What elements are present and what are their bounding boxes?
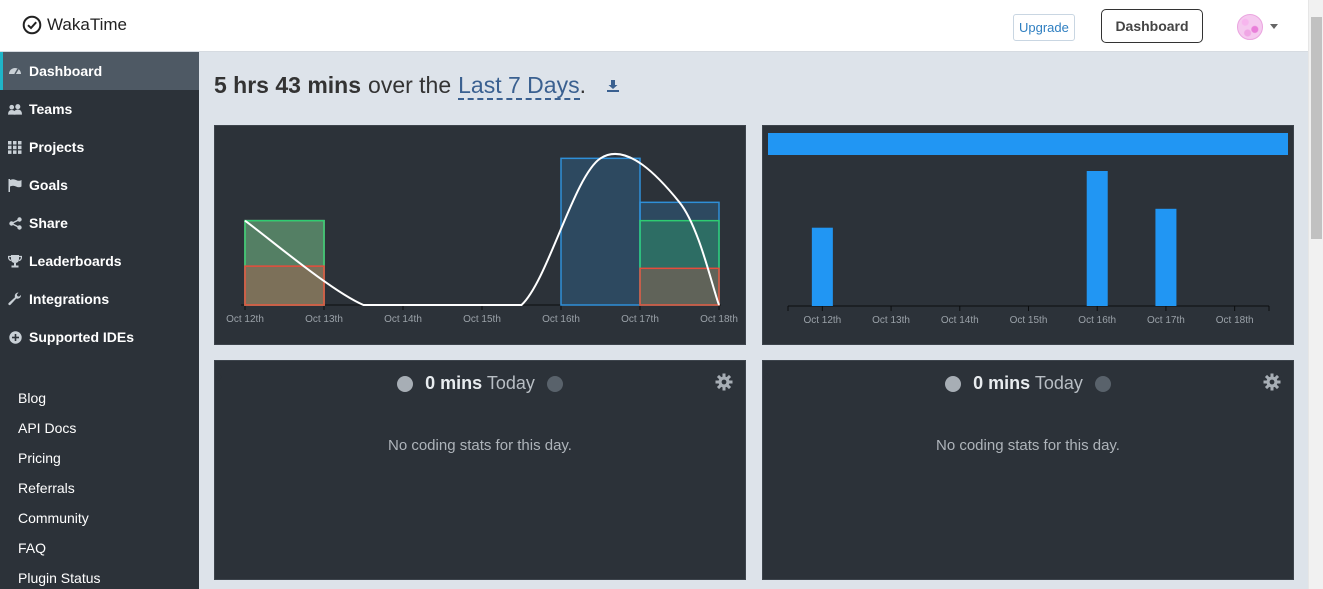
- chevron-down-icon[interactable]: [1270, 24, 1278, 29]
- today-label: Today: [1034, 373, 1083, 393]
- dashboard-icon: [8, 64, 22, 78]
- daily-stacked-chart: Oct 12th Oct 13th Oct 14th Oct 15th Oct 16th…: [226, 152, 738, 325]
- x-tick-label: Oct 17th: [1147, 315, 1185, 326]
- today-panel-left: 0 mins Today No coding stats for this da…: [214, 360, 746, 580]
- x-tick-label: Oct 14th: [384, 314, 422, 325]
- sidebar-item-teams[interactable]: Teams: [0, 90, 199, 128]
- x-tick-label: Oct 12th: [803, 315, 841, 326]
- summary-period: .: [579, 72, 586, 98]
- users-icon: [8, 102, 22, 116]
- bar: [1155, 208, 1177, 306]
- community-link[interactable]: Community: [18, 510, 89, 526]
- x-tick-label: Oct 16th: [1078, 315, 1116, 326]
- sidebar-item-leaderboards[interactable]: Leaderboards: [0, 242, 199, 280]
- bar: [811, 227, 833, 306]
- today-panel-right: 0 mins Today No coding stats for this da…: [762, 360, 1294, 580]
- previous-day-button[interactable]: [215, 373, 414, 392]
- sidebar-item-share[interactable]: Share: [0, 204, 199, 242]
- summary-text: over the: [368, 72, 452, 98]
- sidebar-item-projects[interactable]: Projects: [0, 128, 199, 166]
- plus-circle-icon: [8, 330, 22, 344]
- x-tick-label: Oct 13th: [872, 315, 910, 326]
- plugin-status-link[interactable]: Plugin Status: [18, 570, 101, 586]
- download-icon[interactable]: [606, 79, 620, 93]
- top-navbar: WakaTime Upgrade Dashboard: [0, 0, 1323, 52]
- sidebar-item-integrations[interactable]: Integrations: [0, 280, 199, 318]
- share-icon: [8, 216, 22, 230]
- referrals-link[interactable]: Referrals: [18, 480, 75, 496]
- today-label: Today: [486, 373, 535, 393]
- today-total: 0 mins: [425, 373, 483, 393]
- sidebar-item-label: Leaderboards: [29, 253, 122, 269]
- total-time: 5 hrs 43 mins: [214, 72, 362, 98]
- daily-bar-chart-panel: Oct 12th Oct 13th Oct 14th Oct 15th Oct 16th…: [762, 125, 1294, 345]
- app-name: WakaTime: [47, 15, 127, 34]
- x-tick-label: Oct 13th: [305, 314, 343, 325]
- summary-band: [768, 133, 1288, 155]
- x-tick-label: Oct 15th: [1010, 315, 1048, 326]
- faq-link[interactable]: FAQ: [18, 540, 46, 556]
- wrench-icon: [8, 292, 22, 306]
- next-day-button[interactable]: [764, 373, 1111, 392]
- x-tick-label: Oct 16th: [542, 314, 580, 325]
- sidebar-item-goals[interactable]: Goals: [0, 166, 199, 204]
- scrollbar-thumb[interactable]: [1311, 17, 1322, 239]
- no-stats-message: No coding stats for this day.: [936, 437, 1120, 454]
- x-tick-label: Oct 18th: [700, 314, 738, 325]
- bar: [560, 157, 641, 306]
- avatar[interactable]: [1237, 14, 1263, 40]
- pricing-link[interactable]: Pricing: [18, 450, 61, 466]
- daily-bar-chart: Oct 12th Oct 13th Oct 14th Oct 15th Oct 16th…: [768, 133, 1288, 326]
- x-tick-label: Oct 14th: [941, 315, 979, 326]
- sidebar-item-supported-ides[interactable]: Supported IDEs: [0, 318, 199, 356]
- blog-link[interactable]: Blog: [18, 390, 46, 406]
- next-day-button[interactable]: [216, 373, 563, 392]
- dashboard-button[interactable]: Dashboard: [1101, 9, 1203, 43]
- api-docs-link[interactable]: API Docs: [18, 420, 76, 436]
- sidebar-item-label: Teams: [29, 101, 73, 117]
- sidebar-item-dashboard[interactable]: Dashboard: [0, 52, 199, 90]
- x-tick-label: Oct 18th: [1216, 315, 1254, 326]
- wakatime-logo[interactable]: WakaTime: [22, 15, 127, 35]
- gear-icon[interactable]: [1263, 373, 1281, 391]
- today-total: 0 mins: [973, 373, 1031, 393]
- clock-check-icon: [22, 15, 42, 35]
- sidebar-item-label: Goals: [29, 177, 68, 193]
- x-tick-label: Oct 12th: [226, 314, 264, 325]
- x-tick-label: Oct 15th: [463, 314, 501, 325]
- sidebar-item-label: Share: [29, 215, 68, 231]
- x-tick-label: Oct 17th: [621, 314, 659, 325]
- grid-icon: [8, 140, 22, 154]
- date-range-selector[interactable]: Last 7 Days: [458, 72, 580, 100]
- sidebar-item-label: Projects: [29, 139, 85, 155]
- upgrade-button[interactable]: Upgrade: [1013, 14, 1075, 41]
- trophy-icon: [8, 254, 22, 268]
- sidebar-item-label: Integrations: [29, 291, 110, 307]
- bar: [639, 267, 720, 306]
- flag-icon: [8, 178, 22, 192]
- gear-icon[interactable]: [715, 373, 733, 391]
- sidebar-item-label: Supported IDEs: [29, 329, 135, 345]
- summary-heading: 5 hrs 43 mins over the Last 7 Days .: [214, 72, 620, 100]
- sidebar: Dashboard Teams Projects Goals Share Lea…: [0, 52, 199, 589]
- daily-stacked-chart-panel: Oct 12th Oct 13th Oct 14th Oct 15th Oct 16th…: [214, 125, 746, 345]
- no-stats-message: No coding stats for this day.: [388, 437, 572, 454]
- sidebar-item-label: Dashboard: [29, 63, 103, 79]
- previous-day-button[interactable]: [763, 373, 962, 392]
- page-scrollbar[interactable]: [1308, 0, 1323, 589]
- bar: [1086, 171, 1108, 306]
